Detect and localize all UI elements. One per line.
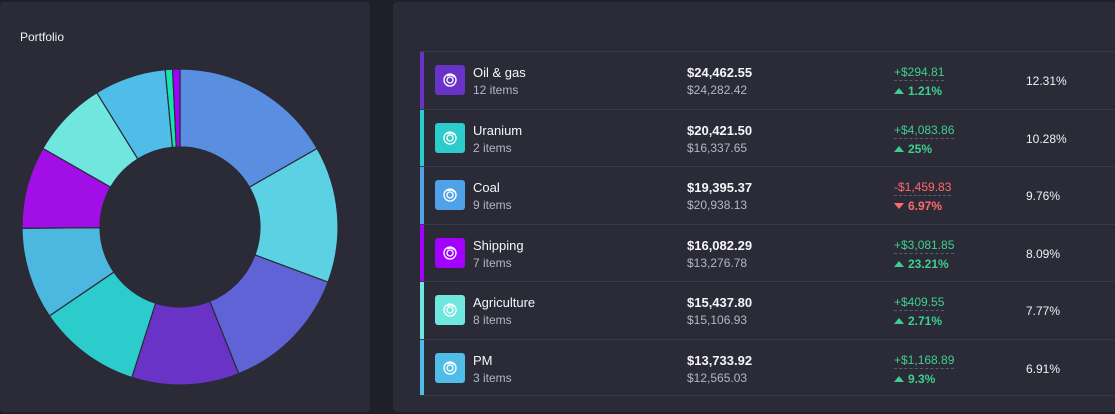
trend-arrow-icon [894,145,904,152]
row-change-amount: +$1,168.89 [894,352,955,369]
row-icon-box [435,352,465,383]
row-change-percent-value: 9.3% [908,371,936,386]
row-accent-bar [420,52,424,109]
row-accent-bar [420,167,424,224]
portfolio-title: Portfolio [20,30,65,44]
coin-icon [443,360,457,375]
holding-row[interactable]: Agriculture 8 items $15,437.80 $15,106.9… [420,281,1115,339]
row-items-count: 3 items [473,370,512,385]
row-items-count: 8 items [473,313,512,327]
row-portfolio-share: 6.91% [1026,361,1061,376]
row-previous-value: $12,565.03 [687,370,748,385]
row-portfolio-share: 8.09% [1026,246,1061,261]
row-current-value: $24,462.55 [687,65,753,80]
holding-row[interactable]: Oil & gas 12 items $24,462.55 $24,282.42… [420,51,1115,109]
holding-row[interactable]: Coal 9 items $19,395.37 $20,938.13 -$1,4… [420,166,1115,224]
row-name: Coal [473,180,500,195]
row-current-value: $20,421.50 [687,122,753,138]
row-change-percent-value: 25% [908,141,933,156]
row-items-count: 12 items [473,83,519,97]
row-change-percent: 25% [894,142,932,156]
row-change-amount: -$1,459.83 [894,180,952,196]
coin-icon [443,73,457,87]
row-previous-value: $20,938.13 [687,198,748,212]
row-current-value: $15,437.80 [687,295,753,310]
row-change-percent: 9.3% [894,372,935,386]
portfolio-chart-panel: Portfolio [0,2,370,412]
row-previous-value: $15,106.93 [687,313,748,327]
row-items-count: 2 items [473,140,512,155]
row-accent-bar [420,282,424,339]
row-accent-bar [420,109,424,166]
row-items-count: 9 items [473,198,512,212]
holding-row[interactable]: Shipping 7 items $16,082.29 $13,276.78 +… [420,223,1115,281]
row-name: PM [473,352,493,368]
portfolio-donut-chart [20,67,340,387]
row-change-percent-value: 1.21% [908,84,943,98]
row-current-value: $13,733.92 [687,352,753,368]
row-current-value: $19,395.37 [687,180,753,195]
row-current-value: $16,082.29 [687,237,753,253]
row-name: Uranium [473,122,523,138]
row-change-percent-value: 23.21% [908,256,949,271]
row-portfolio-share: 7.77% [1026,304,1061,318]
donut-svg [21,68,339,386]
holding-row[interactable]: PM 3 items $13,733.92 $12,565.03 +$1,168… [420,338,1115,396]
row-change-percent: 6.97% [894,199,942,213]
row-change-amount: +$4,083.86 [894,122,955,139]
trend-arrow-icon [894,260,904,267]
trend-arrow-icon [894,203,904,209]
trend-arrow-icon [894,318,904,324]
row-icon-box [435,180,465,210]
holding-row[interactable]: Uranium 2 items $20,421.50 $16,337.65 +$… [420,108,1115,166]
row-name: Oil & gas [473,65,526,80]
row-name: Agriculture [473,295,536,310]
row-change-percent: 23.21% [894,257,949,271]
row-previous-value: $16,337.65 [687,140,748,155]
row-portfolio-share: 10.28% [1026,131,1067,146]
row-previous-value: $13,276.78 [687,255,748,270]
row-accent-bar [420,224,424,281]
row-change-amount: +$409.55 [894,295,945,311]
trend-arrow-icon [894,375,904,382]
row-icon-box [435,237,465,268]
row-portfolio-share: 9.76% [1026,189,1061,203]
donut-hole [100,147,260,307]
coin-icon [443,130,457,145]
holdings-list: Oil & gas 12 items $24,462.55 $24,282.42… [420,51,1115,396]
row-items-count: 7 items [473,255,512,270]
row-accent-bar [420,339,424,395]
row-icon-box [435,65,465,95]
coin-icon [443,303,457,317]
row-change-percent: 1.21% [894,84,942,98]
row-icon-box [435,295,465,325]
row-change-percent: 2.71% [894,314,942,328]
row-previous-value: $24,282.42 [687,83,748,97]
coin-icon [443,245,457,260]
row-change-percent-value: 6.97% [908,199,943,213]
portfolio-page: Portfolio Oil & gas 12 items $24,462.55 … [0,0,1115,414]
row-change-percent-value: 2.71% [908,314,943,328]
row-change-amount: +$294.81 [894,65,945,81]
row-change-amount: +$3,081.85 [894,237,955,254]
row-portfolio-share: 12.31% [1026,74,1067,88]
row-name: Shipping [473,237,524,253]
row-icon-box [435,122,465,153]
trend-arrow-icon [894,88,904,94]
coin-icon [443,188,457,202]
